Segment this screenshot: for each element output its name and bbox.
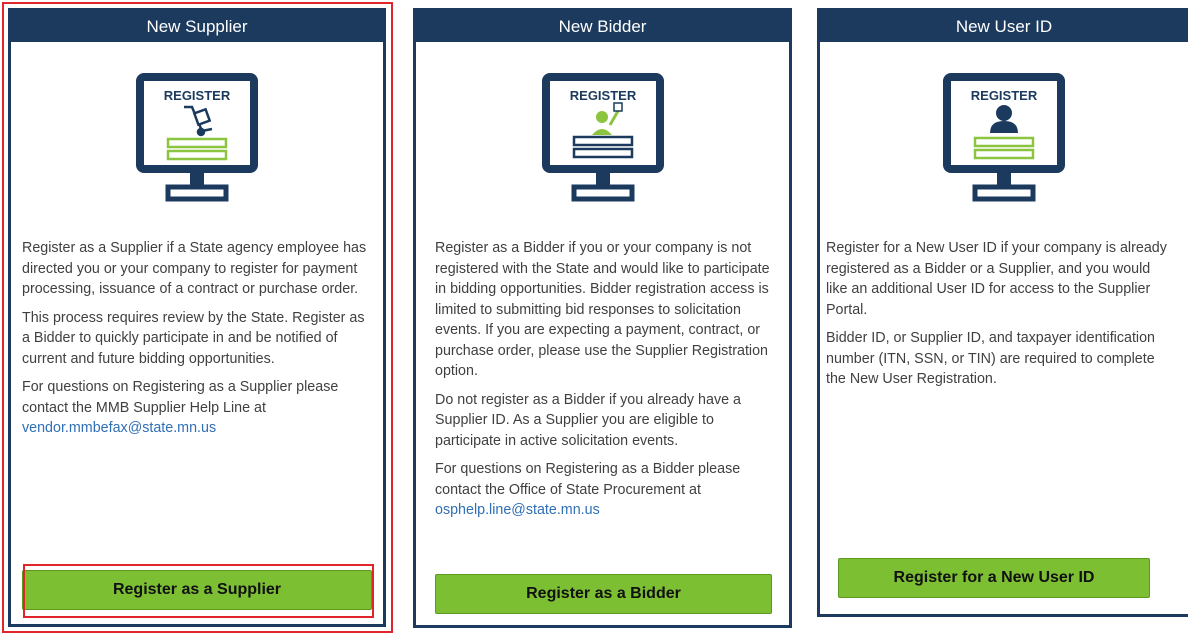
new-bidder-card: New Bidder REGISTER Register as a Bidder…	[413, 8, 792, 628]
card-description: Register as a Supplier if a State agency…	[22, 238, 375, 447]
register-supplier-monitor-icon: REGISTER	[136, 73, 258, 202]
paragraph: For questions on Registering as a Suppli…	[22, 377, 375, 439]
new-user-id-card: New User ID REGISTER Register for a New …	[817, 8, 1188, 617]
card-description: Register as a Bidder if you or your comp…	[435, 238, 781, 529]
card-title: New Supplier	[11, 11, 383, 42]
card-description: Register for a New User ID if your compa…	[826, 238, 1168, 398]
paragraph: Register as a Bidder if you or your comp…	[435, 240, 770, 379]
register-label: REGISTER	[971, 88, 1038, 103]
paragraph: Bidder ID, or Supplier ID, and taxpayer …	[826, 330, 1156, 387]
button-highlight	[23, 564, 374, 618]
contact-text: For questions on Registering as a Bidder…	[435, 461, 741, 498]
paragraph: Register for a New User ID if your compa…	[826, 240, 1167, 318]
paragraph: This process requires review by the Stat…	[22, 309, 365, 367]
card-title: New Bidder	[416, 11, 789, 42]
paragraph: Do not register as a Bidder if you alrea…	[435, 391, 741, 449]
supplier-email-link[interactable]: vendor.mmbefax@state.mn.us	[22, 420, 216, 436]
contact-text: For questions on Registering as a Suppli…	[22, 379, 339, 416]
paragraph: For questions on Registering as a Bidder…	[435, 459, 781, 521]
paragraph: Register as a Supplier if a State agency…	[22, 240, 367, 297]
register-user-id-button[interactable]: Register for a New User ID	[838, 558, 1150, 598]
bidder-email-link[interactable]: osphelp.line@state.mn.us	[435, 502, 600, 518]
card-title: New User ID	[820, 11, 1188, 42]
register-bidder-button[interactable]: Register as a Bidder	[435, 574, 772, 614]
new-supplier-card: New Supplier REGISTER Register as a Supp…	[8, 8, 386, 627]
register-bidder-monitor-icon: REGISTER	[541, 73, 664, 202]
register-user-monitor-icon: REGISTER	[943, 73, 1065, 202]
register-label: REGISTER	[164, 88, 231, 103]
register-label: REGISTER	[569, 88, 636, 103]
